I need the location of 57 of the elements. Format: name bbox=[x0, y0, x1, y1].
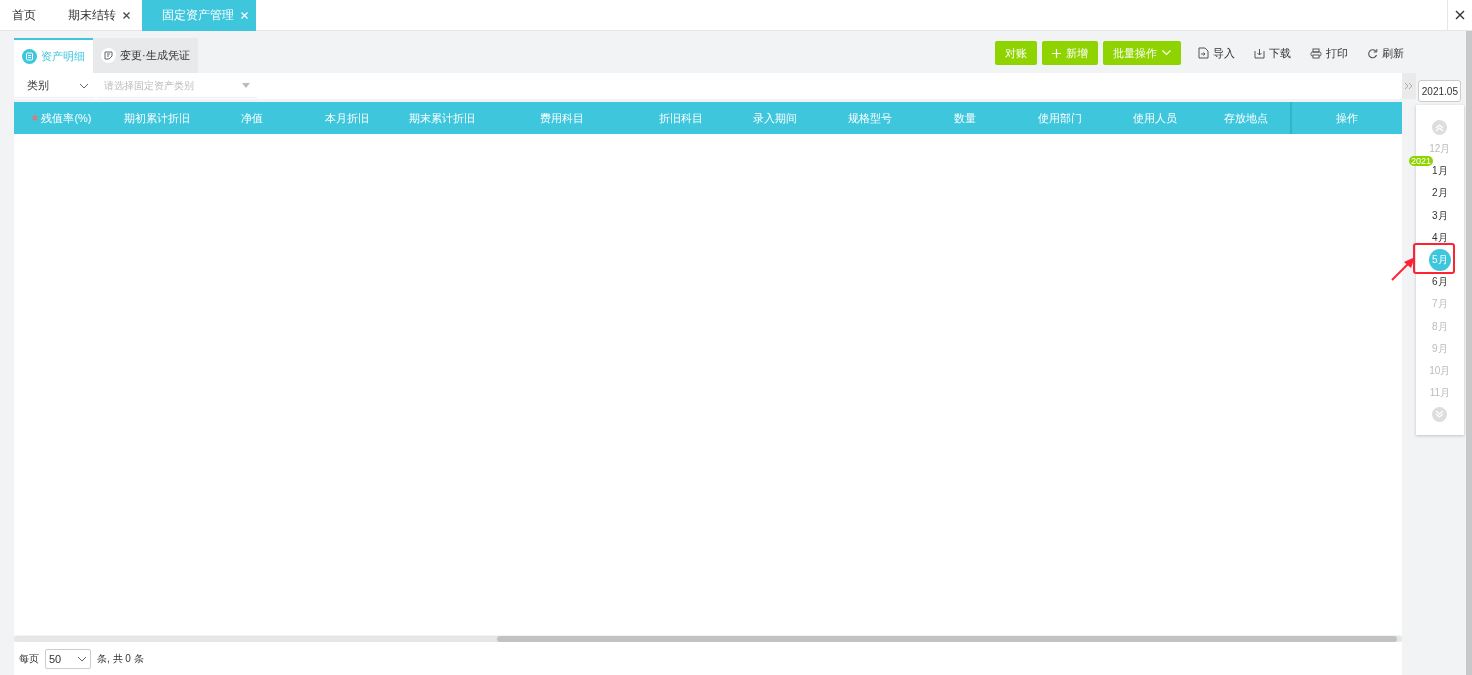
month-item[interactable]: 2月 bbox=[1432, 186, 1448, 201]
column-header: 期初累计折旧 bbox=[123, 110, 192, 126]
month-item[interactable]: 1月 bbox=[1432, 164, 1448, 179]
category-select[interactable]: 类别 bbox=[14, 74, 95, 98]
per-page-label: 每页 bbox=[19, 651, 39, 666]
page-size-select[interactable]: 50 bbox=[45, 648, 91, 669]
month-item[interactable]: 6月 bbox=[1432, 275, 1448, 290]
horizontal-scrollbar[interactable] bbox=[14, 636, 1402, 642]
month-item[interactable]: 4月 bbox=[1432, 230, 1448, 245]
close-icon[interactable] bbox=[1455, 10, 1465, 20]
edit-icon bbox=[101, 48, 116, 63]
month-item: 8月 bbox=[1432, 319, 1448, 334]
scroll-down-icon[interactable] bbox=[1432, 407, 1448, 423]
month-item: 12月 bbox=[1429, 142, 1451, 157]
month-item: 10月 bbox=[1429, 363, 1451, 378]
plus-icon bbox=[1052, 48, 1061, 58]
year-badge: 2021 bbox=[1408, 156, 1433, 167]
period-field[interactable]: 2021.05 bbox=[1418, 80, 1462, 102]
document-icon bbox=[22, 49, 37, 64]
download-icon bbox=[1254, 47, 1265, 59]
column-header: 使用人员 bbox=[1131, 110, 1178, 126]
toolbar-button[interactable]: 打印 bbox=[1310, 45, 1348, 61]
month-item: 9月 bbox=[1432, 341, 1448, 356]
total-count: 条, 共 0 条 bbox=[97, 651, 144, 666]
month-item[interactable]: 3月 bbox=[1432, 208, 1448, 223]
column-header: 操作 bbox=[1290, 102, 1403, 134]
import-icon bbox=[1198, 47, 1209, 59]
column-header: 本月折旧 bbox=[324, 110, 371, 126]
page-tab[interactable]: 期末结转 bbox=[56, 0, 142, 31]
month-item: 11月 bbox=[1429, 386, 1451, 401]
toolbar-button[interactable]: 下载 bbox=[1254, 45, 1291, 61]
caret-icon bbox=[242, 83, 250, 88]
page-tab[interactable]: 首页 bbox=[0, 0, 56, 31]
printer-icon bbox=[1310, 47, 1322, 59]
double-chevron-icon bbox=[1404, 82, 1413, 90]
column-header: 期末累计折旧 bbox=[408, 110, 477, 126]
highlight-box bbox=[1412, 242, 1455, 274]
vertical-scrollbar[interactable] bbox=[1466, 31, 1472, 675]
caret-icon bbox=[1162, 50, 1171, 56]
column-header: 存放地点 bbox=[1223, 110, 1270, 126]
caret-icon bbox=[79, 82, 89, 89]
column-header: 费用科目 bbox=[538, 110, 585, 126]
month-item: 7月 bbox=[1432, 297, 1448, 312]
column-header: 数量 bbox=[952, 110, 977, 126]
column-header: 使用部门 bbox=[1036, 110, 1083, 126]
column-header: 残值率(%) bbox=[14, 102, 110, 134]
column-header: 净值 bbox=[240, 110, 265, 126]
scroll-up-icon[interactable] bbox=[1432, 120, 1448, 135]
caret-icon bbox=[77, 655, 87, 662]
toolbar-button[interactable]: 刷新 bbox=[1367, 45, 1404, 61]
refresh-icon bbox=[1367, 47, 1378, 59]
column-header: 规格型号 bbox=[846, 110, 893, 126]
section-tab[interactable]: 变更·生成凭证 bbox=[93, 38, 198, 73]
toolbar-button[interactable]: 导入 bbox=[1198, 45, 1235, 61]
column-header: 折旧科目 bbox=[657, 110, 704, 126]
collapse-toggle[interactable] bbox=[1402, 73, 1416, 99]
column-header: 录入期间 bbox=[752, 110, 798, 126]
